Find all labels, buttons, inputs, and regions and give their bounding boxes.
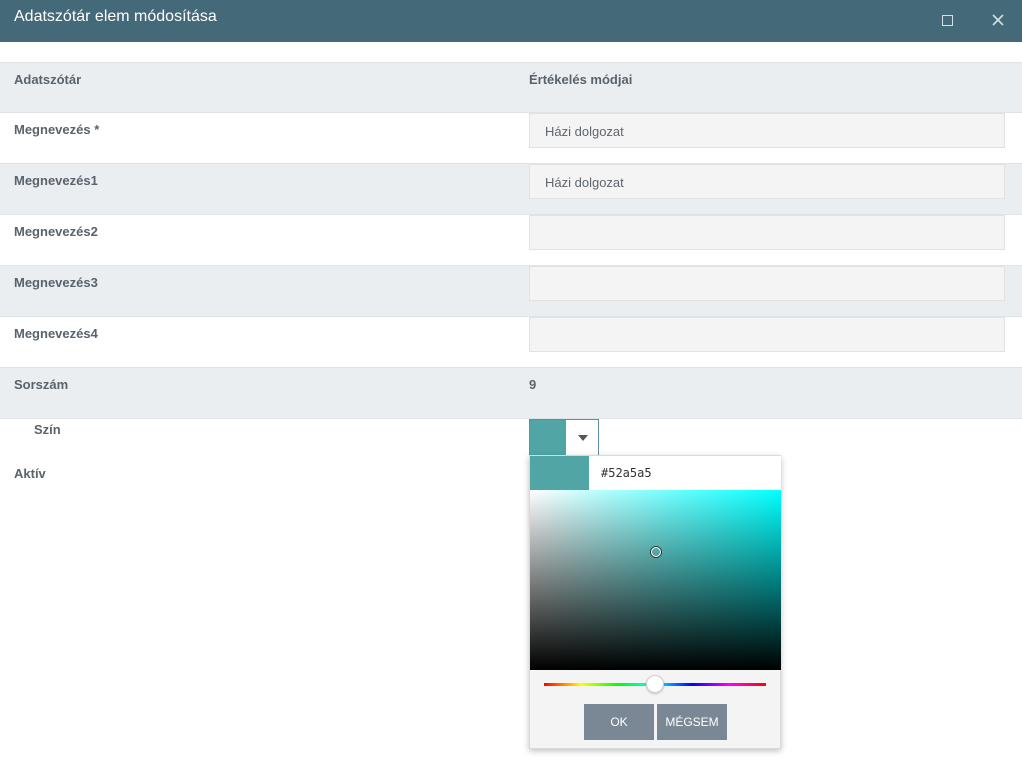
row-separator (0, 418, 1022, 419)
adatszotar-value: Értékelés módjai (529, 72, 633, 87)
color-picker-dropdown[interactable] (529, 419, 599, 456)
color-preview (530, 456, 589, 490)
megnevezes-label: Megnevezés * (14, 122, 100, 137)
megnevezes1-input[interactable]: Házi dolgozat (529, 164, 1005, 199)
row-megnevezes: Megnevezés * Házi dolgozat (0, 112, 1022, 163)
saturation-value-area[interactable] (530, 490, 781, 670)
maximize-button[interactable] (936, 9, 958, 31)
sorszam-label: Sorszám (14, 377, 69, 392)
chevron-down-icon (578, 435, 588, 441)
sv-handle[interactable] (651, 547, 661, 557)
sorszam-value: 9 (529, 377, 537, 392)
megnevezes3-label: Megnevezés3 (14, 275, 98, 290)
cancel-button[interactable]: MÉGSEM (657, 704, 727, 740)
color-swatch (530, 420, 566, 455)
megnevezes4-input[interactable] (529, 317, 1005, 352)
maximize-icon (942, 15, 953, 26)
megnevezes1-label: Megnevezés1 (14, 173, 98, 188)
color-picker-popup: #52a5a5 OK MÉGSEM (529, 455, 781, 749)
hue-slider-handle[interactable] (646, 675, 664, 693)
row-megnevezes2: Megnevezés2 (0, 214, 1022, 265)
aktiv-label: Aktív (14, 466, 46, 481)
window-titlebar: Adatszótár elem módosítása (0, 0, 1022, 42)
megnevezes4-label: Megnevezés4 (14, 326, 98, 341)
window-title: Adatszótár elem módosítása (14, 8, 217, 25)
megnevezes3-input[interactable] (529, 266, 1005, 301)
row-megnevezes1: Megnevezés1 Házi dolgozat (0, 163, 1022, 214)
megnevezes-input[interactable]: Házi dolgozat (529, 113, 1005, 148)
megnevezes2-label: Megnevezés2 (14, 224, 98, 239)
row-adatszotar: Adatszótár Értékelés módjai (0, 62, 1022, 113)
row-megnevezes4: Megnevezés4 (0, 316, 1022, 367)
ok-button[interactable]: OK (584, 704, 654, 740)
close-icon (992, 14, 1004, 26)
close-button[interactable] (987, 9, 1009, 31)
adatszotar-label: Adatszótár (14, 72, 82, 87)
hex-input[interactable]: #52a5a5 (589, 456, 781, 490)
megnevezes2-input[interactable] (529, 215, 1005, 250)
row-megnevezes3: Megnevezés3 (0, 265, 1022, 316)
szin-label: Szín (34, 422, 61, 437)
row-sorszam: Sorszám 9 (0, 367, 1022, 418)
